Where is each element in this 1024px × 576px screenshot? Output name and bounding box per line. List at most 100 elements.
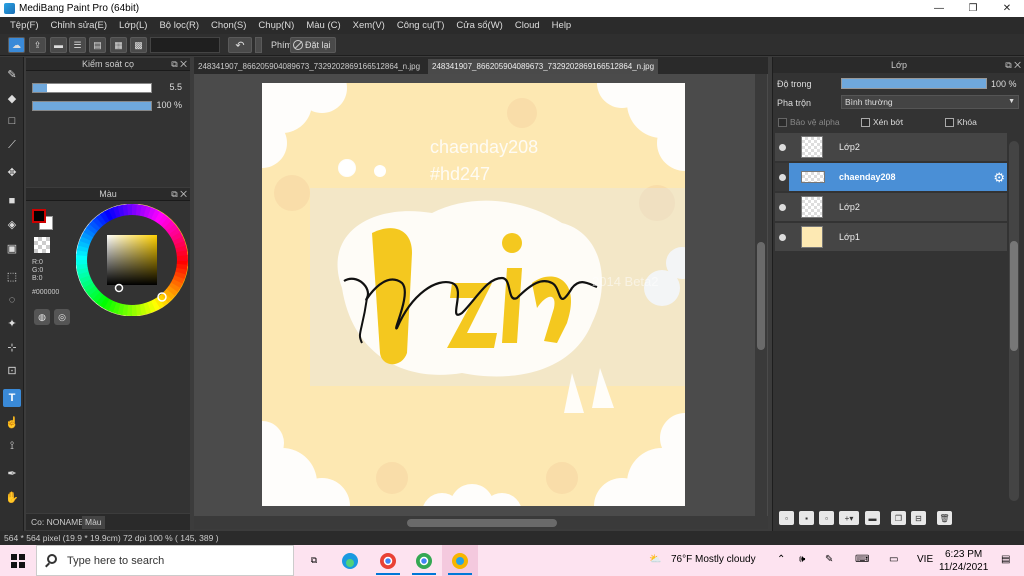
chrome-icon[interactable] [406, 545, 442, 576]
maximize-button[interactable]: ❐ [956, 0, 990, 17]
chevron-up-icon[interactable]: ⌃ [777, 554, 785, 565]
rectangle-tool-icon[interactable]: □ [3, 112, 21, 130]
line-tool-icon[interactable]: ⟋ [3, 136, 21, 154]
gear-icon[interactable]: ⚙ [993, 170, 1005, 186]
reset-button[interactable]: Đặt lại [290, 37, 336, 53]
minimize-button[interactable]: — [922, 0, 956, 17]
panel-controls-icon[interactable]: ⧉ ✕ [171, 188, 187, 201]
close-button[interactable]: ✕ [990, 0, 1024, 17]
document-tab-2[interactable]: 248341907_866205904089673_73292028691665… [428, 59, 659, 74]
menu-snap[interactable]: Chụp(N) [252, 20, 300, 31]
share-icon[interactable]: ⇪ [29, 37, 46, 53]
medibang-icon[interactable] [442, 545, 478, 576]
list-icon[interactable]: ▦ [110, 37, 127, 53]
select-eraser-icon[interactable]: ⊡ [3, 361, 21, 379]
layer-row[interactable]: chaenday208 ⚙ [789, 163, 1007, 192]
brush-size-slider[interactable]: 5.5 [32, 82, 182, 94]
grid-icon[interactable]: ▩ [130, 37, 147, 53]
cloud-icon[interactable]: ☁ [8, 37, 25, 53]
taskbar-search[interactable]: Type here to search [36, 545, 294, 576]
comment-icon[interactable]: ▬ [50, 37, 67, 53]
clock-time[interactable]: 6:23 PM [945, 549, 982, 560]
chat-icon[interactable]: ☰ [69, 37, 86, 53]
fill-rect-tool-icon[interactable]: ■ [3, 192, 21, 210]
folder-icon[interactable]: ▬ [865, 511, 880, 525]
menu-view[interactable]: Xem(V) [347, 20, 391, 31]
new-layer-paste-icon[interactable]: ▫ [819, 511, 834, 525]
add-layer-menu-icon[interactable]: +▾ [839, 511, 859, 525]
gradient-tool-icon[interactable]: ▣ [3, 239, 21, 257]
alpha-protect-checkbox[interactable]: Bảo vệ alpha [778, 117, 840, 127]
merge-icon[interactable]: ⊟ [911, 511, 926, 525]
toolbar-handle[interactable] [255, 37, 262, 53]
keyboard-icon[interactable]: ⌨ [855, 554, 869, 565]
monitor-icon[interactable]: ▭ [889, 554, 898, 565]
bucket-tool-icon[interactable]: ◈ [3, 215, 21, 233]
visibility-icon[interactable] [779, 144, 786, 151]
canvas-horizontal-scrollbar[interactable] [194, 516, 768, 529]
menu-edit[interactable]: Chỉnh sửa(E) [45, 20, 114, 31]
layer-row[interactable]: Lớp2 [775, 133, 1007, 162]
document-tab-1[interactable]: 248341907_866205904089673_73292028691665… [194, 59, 424, 74]
eyedropper-icon[interactable]: ⟟ [3, 437, 21, 455]
new-layer-copy-icon[interactable]: ▪ [799, 511, 814, 525]
palette-icon[interactable]: ◍ [34, 309, 50, 325]
menu-help[interactable]: Help [546, 20, 578, 31]
pen-tool-icon[interactable]: ✒ [3, 464, 21, 482]
color-wheel[interactable] [76, 204, 188, 316]
lock-checkbox[interactable]: Khóa [945, 117, 977, 127]
pen-icon[interactable]: ✎ [825, 554, 833, 565]
new-layer-icon[interactable]: ▫ [779, 511, 794, 525]
edge-icon[interactable] [332, 545, 368, 576]
menu-file[interactable]: Tệp(F) [4, 20, 45, 31]
transparent-color-swatch[interactable] [34, 237, 50, 253]
lasso-tool-icon[interactable]: ◌ [3, 291, 21, 309]
undo-button[interactable]: ↶ [228, 37, 252, 53]
visibility-icon[interactable] [779, 234, 786, 241]
speaker-icon[interactable]: 🕪 [799, 554, 805, 565]
clock-date[interactable]: 11/24/2021 [939, 562, 988, 573]
layer-row[interactable]: Lớp1 [775, 223, 1007, 252]
menu-filter[interactable]: Bộ lọc(R) [153, 20, 205, 31]
visibility-icon[interactable] [779, 174, 786, 181]
move-tool-icon[interactable]: ✥ [3, 163, 21, 181]
layer-row[interactable]: Lớp2 [775, 193, 1007, 222]
menu-select[interactable]: Chọn(S) [205, 20, 252, 31]
menu-tools[interactable]: Công cụ(T) [391, 20, 451, 31]
menu-layer[interactable]: Lớp(L) [113, 20, 153, 31]
eraser-tool-icon[interactable]: ◆ [3, 89, 21, 107]
trash-icon[interactable]: 🗑 [937, 511, 952, 525]
magic-wand-icon[interactable]: ✦ [3, 314, 21, 332]
visibility-icon[interactable] [779, 204, 786, 211]
start-button[interactable] [0, 545, 36, 576]
panel-controls-icon[interactable]: ⧉ ✕ [171, 58, 187, 71]
layer-opacity-slider[interactable] [841, 78, 987, 89]
menu-color[interactable]: Màu (C) [300, 20, 346, 31]
brush-tool-icon[interactable]: ✎ [3, 65, 21, 83]
hand-tool-icon[interactable]: ✋ [3, 488, 21, 506]
tab-color[interactable]: Màu [82, 516, 105, 529]
operation-tool-icon[interactable]: ☝ [3, 413, 21, 431]
notification-icon[interactable]: ▤ [1001, 554, 1010, 565]
select-pen-icon[interactable]: ⊹ [3, 338, 21, 356]
weather-text[interactable]: 76°F Mostly cloudy [671, 554, 756, 565]
language-indicator[interactable]: VIE [917, 554, 933, 565]
foreground-color-swatch[interactable] [32, 209, 46, 223]
menu-cloud[interactable]: Cloud [509, 20, 546, 31]
menu-window[interactable]: Cửa sổ(W) [450, 20, 508, 31]
task-view-icon[interactable]: ⧉ [296, 545, 332, 576]
palette-add-icon[interactable]: ◎ [54, 309, 70, 325]
document-icon[interactable]: ▤ [89, 37, 106, 53]
select-tool-icon[interactable]: ⬚ [3, 267, 21, 285]
brush-opacity-slider[interactable]: 100 % [32, 100, 182, 112]
chrome-icon[interactable] [370, 545, 406, 576]
canvas-vertical-scrollbar[interactable] [755, 74, 767, 516]
text-tool-icon[interactable]: T [3, 389, 21, 407]
duplicate-icon[interactable]: ❐ [891, 511, 906, 525]
layer-scrollbar[interactable] [1009, 141, 1019, 501]
clipping-checkbox[interactable]: Xén bớt [861, 117, 903, 127]
weather-icon[interactable]: ⛅ [649, 554, 661, 565]
blend-mode-select[interactable]: Bình thường ▼ [841, 95, 1019, 109]
panel-controls-icon[interactable]: ⧉ ✕ [1005, 57, 1021, 73]
artwork-canvas[interactable]: chaenday208 #hd247 2014 Beta2 [262, 83, 685, 506]
